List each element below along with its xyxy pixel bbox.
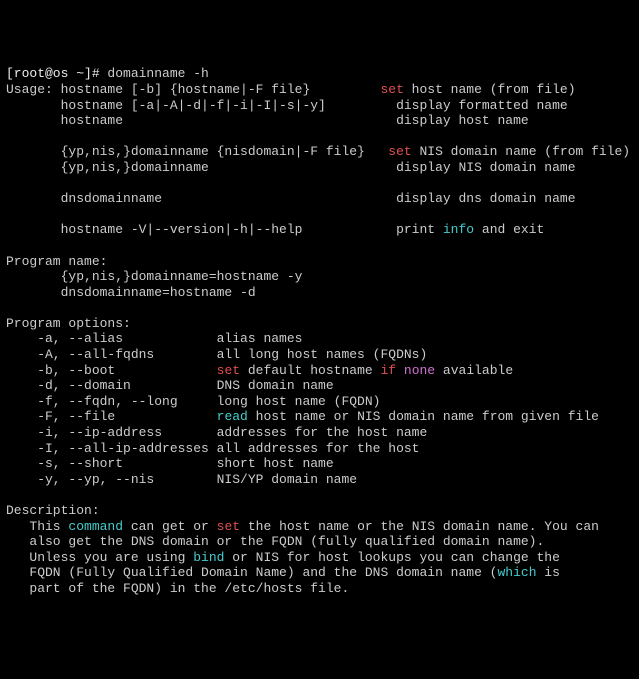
usage-heading: Usage:: [6, 82, 53, 97]
blank-line: [6, 129, 14, 144]
option-text: [396, 363, 404, 378]
usage-line: dnsdomainname display dns domain name: [6, 191, 576, 206]
keyword-which: which: [497, 565, 536, 580]
description-text: Unless you are using: [6, 550, 193, 565]
description-text: This: [6, 519, 68, 534]
option-text: host name or NIS domain name from given …: [248, 409, 599, 424]
usage-line: {yp,nis,}domainname {nisdomain|-F file}: [6, 144, 388, 159]
terminal-output: [root@os ~]# domainname -h Usage: hostna…: [6, 66, 633, 596]
keyword-bind: bind: [193, 550, 224, 565]
description-text: part of the FQDN) in the /etc/hosts file…: [6, 581, 349, 596]
options-heading: Program options:: [6, 316, 131, 331]
usage-line: hostname -V|--version|-h|--help print: [6, 222, 443, 237]
option-line: -d, --domain DNS domain name: [6, 378, 334, 393]
keyword-set: set: [217, 519, 240, 534]
usage-text: host name (from file): [404, 82, 576, 97]
program-name-line: dnsdomainname=hostname -d: [6, 285, 256, 300]
option-line: -s, --short short host name: [6, 456, 334, 471]
usage-line: {yp,nis,}domainname display NIS domain n…: [6, 160, 576, 175]
description-text: can get or: [123, 519, 217, 534]
option-line: -b, --boot: [6, 363, 217, 378]
program-name-heading: Program name:: [6, 254, 107, 269]
option-text: available: [435, 363, 513, 378]
description-heading: Description:: [6, 503, 100, 518]
option-text: default hostname: [240, 363, 380, 378]
options-section: Program options: -a, --alias alias names…: [6, 316, 599, 487]
usage-text: and exit: [474, 222, 544, 237]
description-text: also get the DNS domain or the FQDN (ful…: [6, 534, 544, 549]
option-line: -y, --yp, --nis NIS/YP domain name: [6, 472, 357, 487]
description-text: the host name or the NIS domain name. Yo…: [240, 519, 599, 534]
typed-command: domainname -h: [107, 66, 208, 81]
blank-line: [6, 176, 14, 191]
description-text: FQDN (Fully Qualified Domain Name) and t…: [6, 565, 497, 580]
blank-line: [6, 207, 14, 222]
description-section: Description: This command can get or set…: [6, 503, 599, 596]
description-text: or NIS for host lookups you can change t…: [224, 550, 559, 565]
keyword-set: set: [380, 82, 403, 97]
option-line: -F, --file: [6, 409, 217, 424]
program-name-line: {yp,nis,}domainname=hostname -y: [6, 269, 302, 284]
program-name-section: Program name: {yp,nis,}domainname=hostna…: [6, 254, 302, 300]
keyword-info: info: [443, 222, 474, 237]
usage-line: hostname [-a|-A|-d|-f|-i|-I|-s|-y] displ…: [6, 98, 568, 113]
keyword-none: none: [404, 363, 435, 378]
description-text: is: [537, 565, 560, 580]
keyword-if: if: [380, 363, 396, 378]
shell-prompt: [root@os ~]#: [6, 66, 107, 81]
option-line: -I, --all-ip-addresses all addresses for…: [6, 441, 419, 456]
usage-section: Usage: hostname [-b] {hostname|-F file} …: [6, 82, 630, 237]
usage-line: hostname display host name: [6, 113, 529, 128]
prompt-line[interactable]: [root@os ~]# domainname -h: [6, 66, 209, 81]
option-line: -A, --all-fqdns all long host names (FQD…: [6, 347, 427, 362]
option-line: -i, --ip-address addresses for the host …: [6, 425, 427, 440]
usage-text: NIS domain name (from file): [412, 144, 630, 159]
keyword-set: set: [217, 363, 240, 378]
keyword-command: command: [68, 519, 123, 534]
option-line: -f, --fqdn, --long long host name (FQDN): [6, 394, 380, 409]
keyword-set: set: [388, 144, 411, 159]
option-line: -a, --alias alias names: [6, 331, 302, 346]
keyword-read: read: [217, 409, 248, 424]
usage-line: hostname [-b] {hostname|-F file}: [53, 82, 381, 97]
